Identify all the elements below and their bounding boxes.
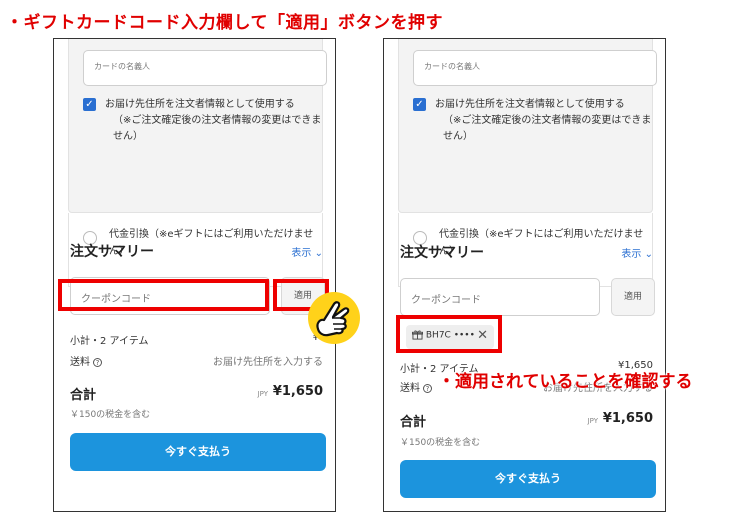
use-shipping-address-note: （※ご注文確定後の注文者情報の変更はできません） (443, 115, 652, 142)
shipping-value: お届け先住所を入力する (213, 357, 323, 368)
applied-code-highlight (396, 315, 502, 353)
checkout-panel-before: カードの名義人 ✓ お届け先住所を注文者情報として使用する （※ご注文確定後の注… (53, 38, 336, 512)
chevron-down-icon: ⌄ (314, 248, 323, 259)
tax-note: ￥150の税金を含む (70, 410, 151, 420)
use-shipping-address-note: （※ご注文確定後の注文者情報の変更はできません） (113, 115, 322, 142)
currency-code: JPY (257, 390, 268, 398)
billing-options-box: カードの名義人 ✓ お届け先住所を注文者情報として使用する （※ご注文確定後の注… (68, 39, 327, 213)
instruction-heading: ・ギフトカードコード入力欄して「適用」ボタンを押す (6, 13, 443, 33)
coupon-input-highlight (58, 279, 269, 311)
total-label: 合計 (70, 388, 97, 403)
total-value: ¥1,650 (602, 411, 653, 426)
pay-now-button[interactable]: 今すぐ支払う (400, 460, 656, 498)
chevron-down-icon: ⌄ (644, 249, 653, 260)
order-summary-title: 注文サマリー (70, 244, 154, 260)
pointing-hand-icon (308, 292, 360, 344)
currency-code: JPY (587, 417, 598, 425)
checkbox-checked-icon[interactable]: ✓ (413, 98, 426, 111)
shipping-label: 送料 (70, 357, 90, 368)
summary-show-toggle[interactable]: 表示 ⌄ (291, 244, 323, 259)
total-value: ¥1,650 (272, 384, 323, 399)
apply-button[interactable]: 適用 (611, 278, 655, 316)
cardholder-name-input[interactable]: カードの名義人 (413, 50, 657, 86)
billing-options-box: カードの名義人 ✓ お届け先住所を注文者情報として使用する （※ご注文確定後の注… (398, 39, 657, 213)
tax-note: ￥150の税金を含む (400, 438, 481, 448)
order-summary-title: 注文サマリー (400, 245, 484, 261)
pay-now-button[interactable]: 今すぐ支払う (70, 433, 326, 471)
shipping-label: 送料 (400, 383, 420, 394)
use-shipping-address-label: お届け先住所を注文者情報として使用する (435, 99, 625, 110)
shipping-label-row: 送料? (70, 353, 102, 368)
summary-show-toggle[interactable]: 表示 ⌄ (621, 245, 653, 260)
summary-show-label: 表示 (621, 249, 642, 260)
total-label: 合計 (400, 415, 427, 430)
coupon-code-input[interactable]: クーポンコード (400, 278, 600, 316)
confirm-instruction: ・適用されていることを確認する (438, 372, 693, 392)
info-icon[interactable]: ? (93, 357, 102, 367)
cardholder-name-input[interactable]: カードの名義人 (83, 50, 327, 86)
info-icon[interactable]: ? (423, 383, 432, 393)
use-shipping-address-label: お届け先住所を注文者情報として使用する (105, 99, 295, 110)
summary-show-label: 表示 (291, 248, 312, 259)
subtotal-label: 小計・2 アイテム (70, 336, 149, 347)
checkout-panel-after: カードの名義人 ✓ お届け先住所を注文者情報として使用する （※ご注文確定後の注… (383, 38, 666, 512)
checkbox-checked-icon[interactable]: ✓ (83, 98, 96, 111)
shipping-label-row: 送料? (400, 379, 432, 394)
